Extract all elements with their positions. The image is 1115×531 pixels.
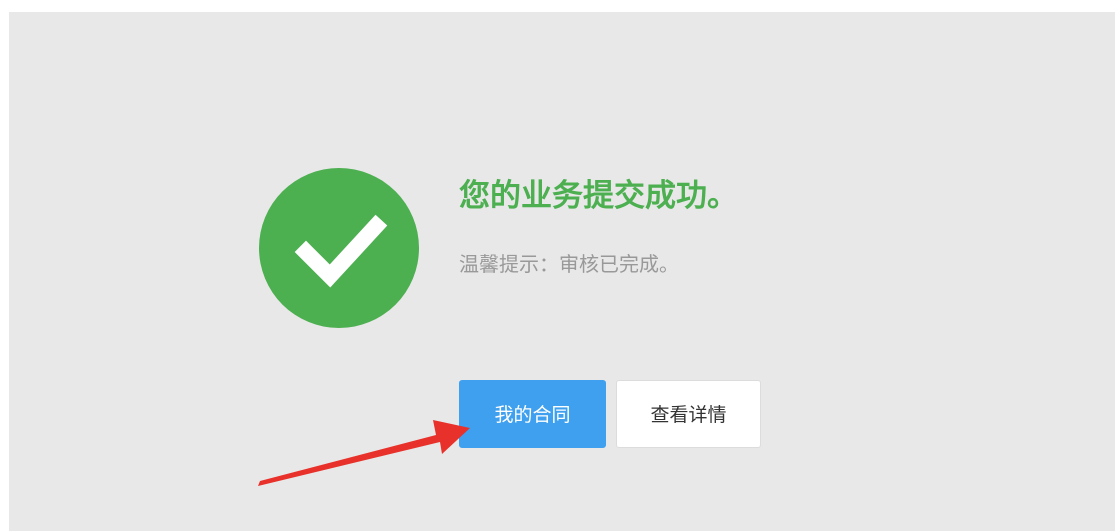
success-check-icon	[259, 168, 419, 328]
my-contracts-button[interactable]: 我的合同	[459, 380, 606, 448]
result-title: 您的业务提交成功。	[459, 178, 738, 214]
checkmark-icon	[294, 214, 388, 288]
result-hint: 温馨提示：审核已完成。	[459, 252, 679, 276]
view-details-button[interactable]: 查看详情	[616, 380, 761, 448]
